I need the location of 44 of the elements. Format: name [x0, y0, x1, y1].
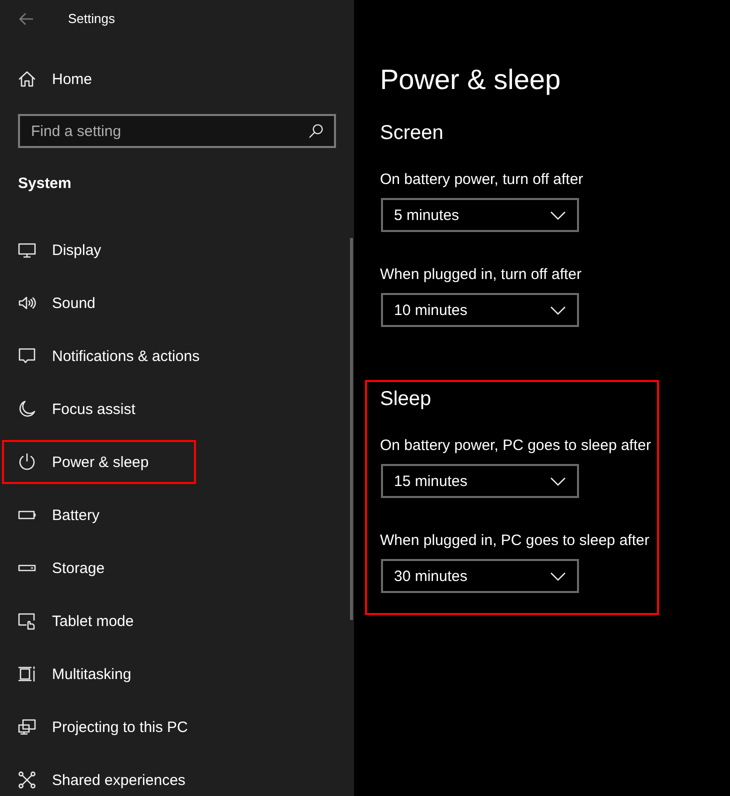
dropdown[interactable]: 10 minutes [381, 293, 579, 327]
speaker-icon [18, 294, 36, 312]
setting-label: On battery power, turn off after [380, 170, 584, 190]
moon-icon [18, 400, 36, 418]
scrollbar[interactable] [350, 238, 353, 620]
dropdown[interactable]: 5 minutes [381, 198, 579, 232]
nav-item[interactable]: Storage [2, 552, 152, 584]
home-icon [18, 70, 36, 88]
back-arrow-icon [18, 11, 34, 28]
setting-label: When plugged in, turn off after [380, 265, 582, 285]
tablet-touch-icon [18, 612, 36, 630]
nav-item[interactable]: Notifications & actions [2, 340, 247, 372]
nav-item[interactable]: Display [2, 234, 148, 266]
monitor-icon [18, 241, 36, 259]
chevron-down-icon [550, 306, 566, 314]
message-icon [18, 347, 36, 365]
power-icon [18, 453, 36, 471]
page-title: Power & sleep [380, 63, 561, 97]
nav-item[interactable]: Power & sleep [2, 440, 196, 484]
multitasking-icon [18, 665, 36, 683]
network-nodes-icon [18, 771, 36, 789]
nav-item[interactable]: Projecting to this PC [2, 711, 235, 743]
setting-label: When plugged in, PC goes to sleep after [380, 531, 650, 551]
setting-label: On battery power, PC goes to sleep after [380, 436, 651, 456]
chevron-down-icon [550, 476, 566, 486]
section-heading: Sleep [380, 387, 432, 412]
nav-item[interactable]: Multitasking [2, 658, 178, 690]
chevron-down-icon [550, 572, 566, 580]
section-heading: Screen [380, 121, 444, 146]
screens-icon [18, 718, 36, 736]
search-field[interactable]: Find a setting [18, 114, 336, 148]
nav-item[interactable]: Focus assist [2, 393, 182, 425]
home-link[interactable]: Home [0, 64, 92, 95]
dropdown[interactable]: 15 minutes [381, 464, 579, 498]
chevron-down-icon [550, 210, 566, 220]
nav-item[interactable]: Tablet mode [2, 605, 181, 637]
window-title: Settings [68, 11, 115, 28]
nav-item[interactable]: Battery [2, 499, 147, 531]
search-icon [308, 123, 324, 139]
sidebar-heading: System [17, 174, 72, 194]
nav-item[interactable]: Shared experiences [2, 764, 232, 796]
back-button[interactable] [18, 11, 34, 28]
dropdown[interactable]: 30 minutes [381, 559, 579, 593]
nav-item[interactable]: Sound [2, 287, 142, 319]
